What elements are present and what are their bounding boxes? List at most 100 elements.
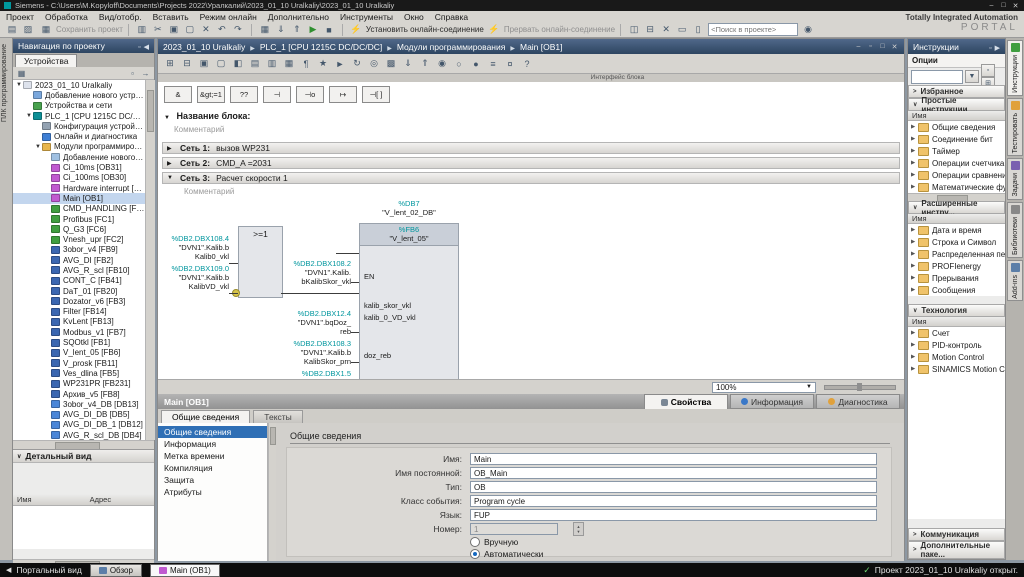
tree-item[interactable]: Modbus_v1 [FB7] xyxy=(13,327,145,337)
tree-item[interactable]: Vnesh_upr [FC2] xyxy=(13,234,145,244)
new-project-icon[interactable]: ▤ xyxy=(4,22,20,37)
instruction-folder[interactable]: ▶ Прерывания xyxy=(908,272,1005,284)
inspector-subtab[interactable]: Тексты xyxy=(253,410,303,423)
snapshot-icon[interactable]: ◎ xyxy=(366,56,382,71)
tree-item[interactable]: AVG_DI_DB_1 [DB12] xyxy=(13,420,145,430)
minimize-window-icon[interactable]: ▭ xyxy=(674,22,690,37)
fb-pin[interactable]: kalib_skor_vkl xyxy=(364,301,411,310)
fbd-favorite-element[interactable]: & xyxy=(164,86,192,103)
section-technology[interactable]: ∨ Технология xyxy=(908,304,1005,317)
fb-instance-labels[interactable]: %DB7 "V_lent_02_DB" xyxy=(359,199,459,217)
tree-item[interactable]: Конфигурация устройств xyxy=(13,121,145,131)
field-input[interactable]: OB xyxy=(470,481,877,493)
download-icon[interactable]: ⇓ xyxy=(400,56,416,71)
inspector-nav-item[interactable]: Информация xyxy=(158,438,267,450)
section-basic-instructions[interactable]: ∨ Простые инструкции xyxy=(908,98,1005,111)
open-favorites-icon[interactable]: ▫ xyxy=(981,64,995,77)
fbd-favorite-element[interactable]: ⊣o xyxy=(296,86,324,103)
tree-item[interactable]: CONT_C [FB41] xyxy=(13,276,145,286)
paste-icon[interactable]: ▢ xyxy=(213,56,229,71)
breakpoint-icon[interactable]: ● xyxy=(468,56,484,71)
copy-icon[interactable]: ▣ xyxy=(196,56,212,71)
delete-network-icon[interactable]: ⊟ xyxy=(179,56,195,71)
go-offline-icon[interactable]: ⚡ xyxy=(486,22,502,37)
tree-item[interactable]: AVG_R_scl [FB10] xyxy=(13,265,145,275)
favorites-toggle-icon[interactable]: ★ xyxy=(315,56,331,71)
hide-panel-icon[interactable]: ▶ xyxy=(995,45,1000,52)
menu-item[interactable]: Окно xyxy=(404,12,424,22)
menu-item[interactable]: Проект xyxy=(6,12,34,22)
fb-pin[interactable]: EN xyxy=(364,272,374,281)
menu-item[interactable]: Режим онлайн xyxy=(200,12,257,22)
detail-view-header[interactable]: ∨ Детальный вид xyxy=(13,449,154,463)
side-tab[interactable]: Тестировать xyxy=(1007,98,1023,156)
tree-item[interactable]: Ci_100ms [OB30] xyxy=(13,173,145,183)
tree-item[interactable]: Модули программирова... xyxy=(13,142,145,152)
undo-icon[interactable]: ↶ xyxy=(214,22,230,37)
tree-item[interactable]: Добавление нового устройс... xyxy=(13,90,145,100)
inspector-tab[interactable]: Информация xyxy=(730,394,814,409)
overview-button[interactable]: Обзор xyxy=(90,564,142,577)
inspector-nav-item[interactable]: Атрибуты xyxy=(158,486,267,498)
tree-item[interactable]: KvLent [FB13] xyxy=(13,317,145,327)
detail-column-name[interactable]: Имя xyxy=(17,495,32,504)
inspector-nav-item[interactable]: Защита xyxy=(158,474,267,486)
tree-item[interactable]: V_prosk [FB11] xyxy=(13,358,145,368)
tree-item[interactable]: WP231PR [FB231] xyxy=(13,379,145,389)
spinner-control[interactable]: ▲▼ xyxy=(573,522,584,536)
close-icon[interactable]: ✕ xyxy=(890,43,899,51)
tree-item[interactable]: Устройства и сети xyxy=(13,101,145,111)
zoom-slider[interactable] xyxy=(824,385,896,390)
zoom-select[interactable]: 100% ▼ xyxy=(712,382,816,393)
go-online-icon[interactable]: → xyxy=(139,68,152,79)
split-editor-horizontal-icon[interactable]: ◫ xyxy=(626,22,642,37)
instruction-folder[interactable]: ▶ Математические функ... xyxy=(908,181,1005,193)
compile-icon[interactable]: ▦ xyxy=(257,22,273,37)
delete-icon[interactable]: ✕ xyxy=(198,22,214,37)
tree-item[interactable]: 3obor_v4_DB [DB13] xyxy=(13,399,145,409)
fbd-operand[interactable]: %DB2.DBX1.5 xyxy=(253,369,351,378)
radio-button[interactable] xyxy=(470,549,480,559)
chevron-down-icon[interactable]: ▼ xyxy=(965,70,979,83)
section-extended-instructions[interactable]: ∨ Расширенные инстру... xyxy=(908,201,1005,214)
minimize-icon[interactable]: – xyxy=(854,43,863,51)
menu-item[interactable]: Справка xyxy=(435,12,468,22)
inspector-tab[interactable]: Свойства xyxy=(644,394,728,409)
tree-item[interactable]: DaT_01 [FB20] xyxy=(13,286,145,296)
column-header-name[interactable]: Имя xyxy=(908,317,1005,327)
save-project-button[interactable]: Сохранить проект xyxy=(56,25,123,34)
menu-item[interactable]: Инструменты xyxy=(340,12,393,22)
tree-item[interactable]: Онлайн и диагностика xyxy=(13,131,145,141)
close-icon[interactable]: ✕ xyxy=(1011,2,1020,10)
detail-column-address[interactable]: Адрес xyxy=(90,495,111,504)
field-input[interactable]: FUP xyxy=(470,509,877,521)
redo-icon[interactable]: ↷ xyxy=(230,22,246,37)
paste-icon[interactable]: ▢ xyxy=(182,22,198,37)
inspector-nav-item[interactable]: Общие сведения xyxy=(158,426,267,438)
column-header-name[interactable]: Имя xyxy=(908,111,1005,121)
task-main-ob1-button[interactable]: Main (OB1) xyxy=(150,564,220,577)
tree-item[interactable]: Hardware interrupt [OB... xyxy=(13,183,145,193)
download-icon[interactable]: ⇓ xyxy=(273,22,289,37)
maximize-icon[interactable]: □ xyxy=(999,2,1008,10)
hide-panel-icon[interactable]: ◀ xyxy=(144,44,149,51)
inspector-subtab[interactable]: Общие сведения xyxy=(161,410,250,423)
fb-pin[interactable]: doz_reb xyxy=(364,351,391,360)
instruction-folder[interactable]: ▶ Операции сравнения xyxy=(908,169,1005,181)
print-icon[interactable]: ▥ xyxy=(134,22,150,37)
close-window-icon[interactable]: ✕ xyxy=(658,22,674,37)
maximize-icon[interactable]: □ xyxy=(878,43,887,51)
show-columns-icon[interactable]: ▫ xyxy=(126,68,139,79)
start-cpu-icon[interactable]: ▶ xyxy=(305,22,321,37)
instruction-search-input[interactable] xyxy=(911,70,963,84)
tree-item[interactable]: Добавление нового б... xyxy=(13,152,145,162)
call-structure-icon[interactable]: ≡ xyxy=(485,56,501,71)
float-icon[interactable]: ▫ xyxy=(866,43,875,51)
tree-item[interactable]: Ves_dlina [FB5] xyxy=(13,368,145,378)
fbd-favorite-element[interactable]: ⊣ xyxy=(263,86,291,103)
tree-item[interactable]: PLC_1 [CPU 1215C DC/DC/DC] xyxy=(13,111,145,121)
filter-icon[interactable]: ▦ xyxy=(15,68,28,79)
compile-icon[interactable]: ▩ xyxy=(383,56,399,71)
tree-expander[interactable] xyxy=(25,113,33,119)
tree-item[interactable]: CMD_HANDLING [FC30] xyxy=(13,204,145,214)
